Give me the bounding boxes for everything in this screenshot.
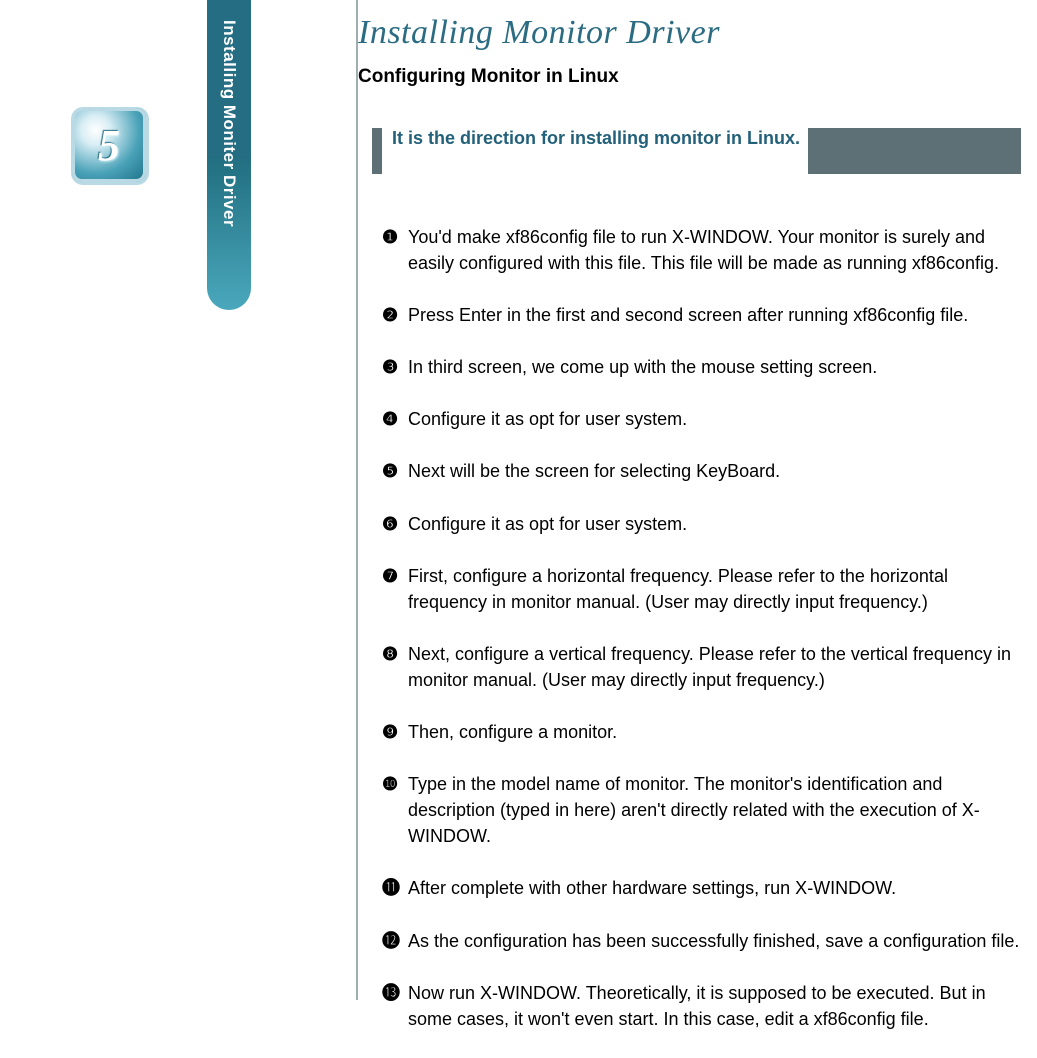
step-text: In third screen, we come up with the mou… <box>404 354 1023 380</box>
step-text: Configure it as opt for user system. <box>404 511 1023 537</box>
steps-list: ❶You'd make xf86config file to run X-WIN… <box>382 224 1023 1032</box>
step-text: Now run X-WINDOW. Theoretically, it is s… <box>404 980 1023 1032</box>
step-item: ⓬As the configuration has been successfu… <box>382 928 1023 954</box>
step-text: Press Enter in the first and second scre… <box>404 302 1023 328</box>
callout: It is the direction for installing monit… <box>372 128 1027 174</box>
step-item: ❺Next will be the screen for selecting K… <box>382 458 1023 484</box>
step-marker: ❾ <box>382 719 404 745</box>
step-marker: ❸ <box>382 354 404 380</box>
callout-bar-left <box>372 128 382 174</box>
step-text: First, configure a horizontal frequency.… <box>404 563 1023 615</box>
step-marker: ❶ <box>382 224 404 276</box>
step-item: ❶You'd make xf86config file to run X-WIN… <box>382 224 1023 276</box>
chapter-number: 5 <box>98 120 120 171</box>
step-text: You'd make xf86config file to run X-WIND… <box>404 224 1023 276</box>
step-item: ❽Next, configure a vertical frequency. P… <box>382 641 1023 693</box>
page-subtitle: Configuring Monitor in Linux <box>358 66 1027 88</box>
side-tab-label: Installing Moniter Driver <box>219 20 239 227</box>
step-text: As the configuration has been successful… <box>404 928 1023 954</box>
page-title: Installing Monitor Driver <box>358 14 1027 52</box>
callout-text: It is the direction for installing monit… <box>392 128 800 174</box>
step-item: ❼First, configure a horizontal frequency… <box>382 563 1023 615</box>
main-content: Installing Monitor Driver Configuring Mo… <box>358 0 1037 1058</box>
left-column: 5 Installing Moniter Driver <box>0 0 356 1000</box>
step-marker: ⓬ <box>382 928 404 954</box>
step-text: Then, configure a monitor. <box>404 719 1023 745</box>
step-item: ❷Press Enter in the first and second scr… <box>382 302 1023 328</box>
step-item: ❿Type in the model name of monitor. The … <box>382 771 1023 849</box>
step-text: Configure it as opt for user system. <box>404 406 1023 432</box>
step-marker: ❺ <box>382 458 404 484</box>
callout-bar-right <box>808 128 1021 174</box>
step-marker: ⓭ <box>382 980 404 1032</box>
step-item: ❾Then, configure a monitor. <box>382 719 1023 745</box>
step-item: ⓫After complete with other hardware sett… <box>382 875 1023 901</box>
step-item: ❻Configure it as opt for user system. <box>382 511 1023 537</box>
step-item: ❹Configure it as opt for user system. <box>382 406 1023 432</box>
step-item: ⓭Now run X-WINDOW. Theoretically, it is … <box>382 980 1023 1032</box>
step-marker: ⓫ <box>382 875 404 901</box>
chapter-badge: 5 <box>72 108 146 182</box>
step-marker: ❼ <box>382 563 404 615</box>
step-item: ❸In third screen, we come up with the mo… <box>382 354 1023 380</box>
step-text: Next will be the screen for selecting Ke… <box>404 458 1023 484</box>
step-text: After complete with other hardware setti… <box>404 875 1023 901</box>
side-tab: Installing Moniter Driver <box>207 0 251 310</box>
step-marker: ❿ <box>382 771 404 849</box>
step-marker: ❹ <box>382 406 404 432</box>
step-text: Type in the model name of monitor. The m… <box>404 771 1023 849</box>
step-text: Next, configure a vertical frequency. Pl… <box>404 641 1023 693</box>
step-marker: ❽ <box>382 641 404 693</box>
step-marker: ❷ <box>382 302 404 328</box>
step-marker: ❻ <box>382 511 404 537</box>
